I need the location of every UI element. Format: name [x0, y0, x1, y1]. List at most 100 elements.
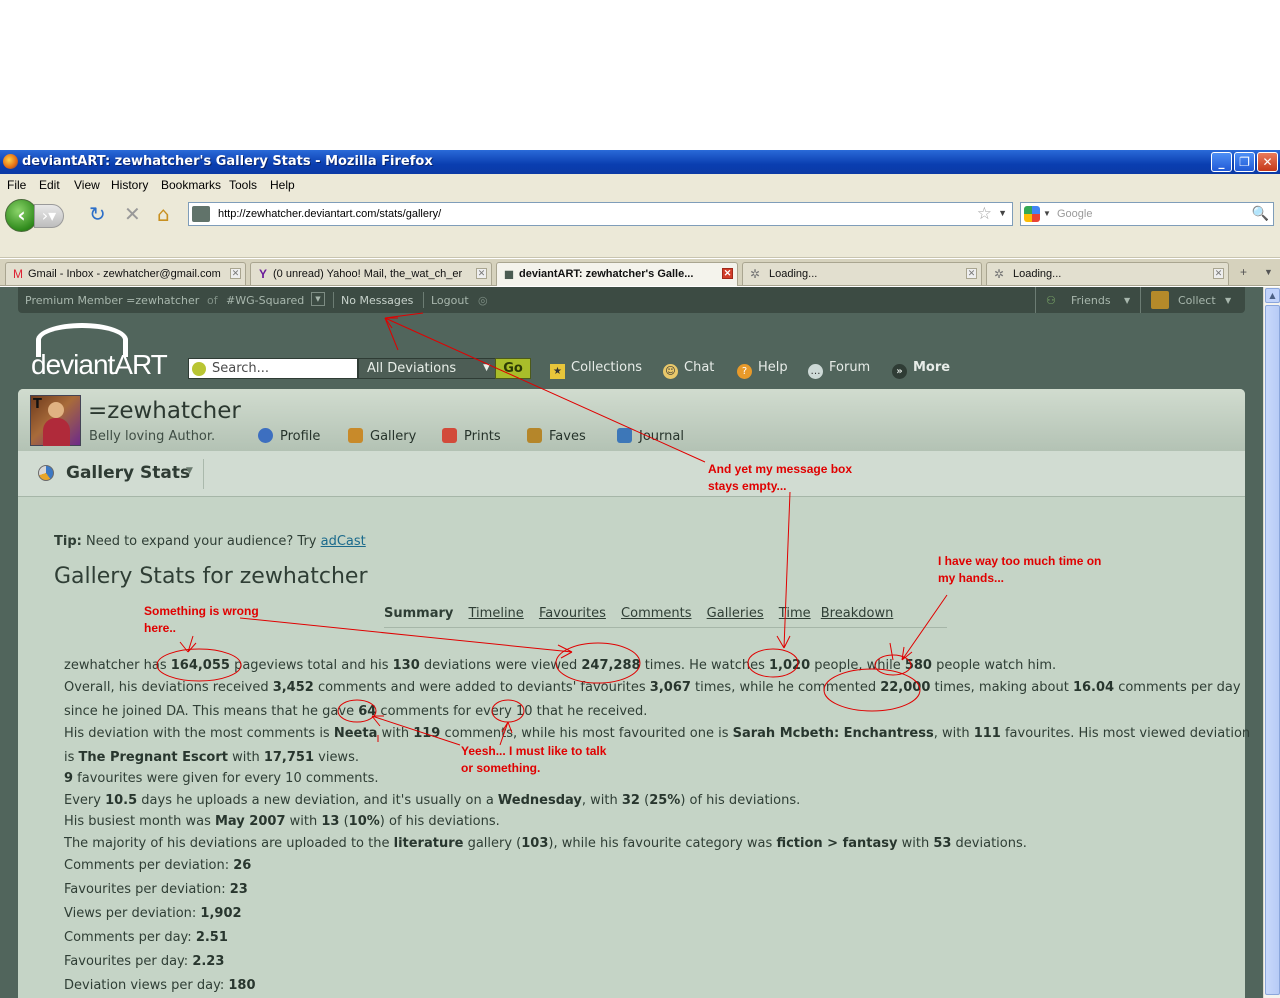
nav-label[interactable]: Collections [571, 360, 642, 375]
deviation-link[interactable]: The Pregnant Escort [79, 750, 228, 765]
loading-icon: ✲ [749, 267, 761, 281]
collect-dropdown-icon[interactable]: ▼ [1225, 296, 1231, 305]
friends-button[interactable]: Friends [1071, 294, 1111, 307]
tab-gallery[interactable]: Gallery [348, 428, 416, 444]
tab-label[interactable]: Gallery [370, 429, 416, 444]
tab-loading-1[interactable]: ✲ Loading... ✕ [742, 262, 982, 285]
google-icon[interactable] [1024, 206, 1040, 222]
url-bar[interactable]: http://zewhatcher.deviantart.com/stats/g… [188, 202, 1013, 226]
close-tab-icon[interactable]: ✕ [1213, 268, 1224, 279]
tab-yahoo[interactable]: Y (0 unread) Yahoo! Mail, the_wat_ch_er … [250, 262, 492, 285]
avatar[interactable]: T [30, 395, 81, 446]
search-icon[interactable]: 🔍 [1252, 205, 1269, 222]
menu-bookmarks[interactable]: Bookmarks [161, 178, 221, 192]
scroll-thumb[interactable] [1265, 305, 1280, 995]
collect-icon[interactable] [1151, 291, 1169, 309]
subnav-time[interactable]: Time [779, 606, 811, 621]
menu-file[interactable]: File [7, 178, 26, 192]
tab-profile[interactable]: Profile [258, 428, 320, 444]
subnav-favourites[interactable]: Favourites [539, 606, 606, 621]
scrollbar[interactable]: ▲ [1263, 287, 1280, 998]
scroll-up-icon[interactable]: ▲ [1265, 288, 1280, 303]
restore-button[interactable]: ❐ [1234, 152, 1255, 172]
tab-gmail[interactable]: M Gmail - Inbox - zewhatcher@gmail.com ✕ [5, 262, 246, 285]
tab-list-icon[interactable]: ▼ [1264, 267, 1273, 277]
tab-label[interactable]: Journal [639, 429, 684, 444]
friends-icon[interactable]: ⚇ [1046, 294, 1056, 307]
nav-collections[interactable]: ★ Collections [550, 360, 642, 379]
menu-edit[interactable]: Edit [39, 178, 60, 192]
logout-link[interactable]: Logout [431, 294, 469, 307]
section-dropdown-icon[interactable]: ▼ [186, 466, 193, 476]
subnav-timeline[interactable]: Timeline [469, 606, 524, 621]
search-bar[interactable]: ▼ Google 🔍 [1020, 202, 1274, 226]
deviation-link[interactable]: Sarah Mcbeth: Enchantress [733, 726, 934, 741]
close-tab-icon[interactable]: ✕ [966, 268, 977, 279]
tab-prints[interactable]: Prints [442, 428, 501, 444]
nav-label[interactable]: Forum [829, 360, 870, 375]
subnav-breakdown[interactable]: Breakdown [821, 606, 894, 621]
forward-button[interactable]: ›▾ [34, 204, 64, 228]
tab-label[interactable]: (0 unread) Yahoo! Mail, the_wat_ch_er [273, 268, 469, 280]
messages-link[interactable]: No Messages [341, 294, 413, 307]
nav-label[interactable]: Chat [684, 360, 714, 375]
home-icon[interactable]: ⌂ [157, 204, 170, 224]
tab-label[interactable]: Loading... [1013, 268, 1203, 280]
url-dropdown-icon[interactable]: ▼ [998, 208, 1007, 218]
member-status[interactable]: Premium Member =zewhatcher [25, 294, 199, 307]
menu-help[interactable]: Help [270, 178, 295, 192]
nav-forum[interactable]: … Forum [808, 360, 870, 379]
tab-journal[interactable]: Journal [617, 428, 684, 444]
nav-label[interactable]: More [913, 360, 950, 375]
scope-value[interactable]: All Deviations [367, 361, 456, 376]
bookmark-star-icon[interactable]: ☆ [977, 204, 992, 224]
menu-history[interactable]: History [111, 178, 148, 192]
subnav-galleries[interactable]: Galleries [707, 606, 764, 621]
group-dropdown-icon[interactable]: ▼ [311, 292, 325, 306]
deviation-link[interactable]: Neeta [334, 726, 378, 741]
subnav-comments[interactable]: Comments [621, 606, 691, 621]
engine-dropdown-icon[interactable]: ▼ [1043, 209, 1051, 218]
collect-button[interactable]: Collect [1178, 294, 1216, 307]
tab-deviantart[interactable]: ◼ deviantART: zewhatcher's Galle... ✕ [496, 262, 738, 286]
scope-select[interactable]: All Deviations ▼ [358, 358, 496, 379]
go-button[interactable]: Go [495, 358, 531, 379]
tab-faves[interactable]: Faves [527, 428, 586, 444]
minimize-button[interactable]: _ [1211, 152, 1232, 172]
tab-label[interactable]: Profile [280, 429, 320, 444]
logout-icon[interactable]: ◎ [478, 294, 488, 307]
section-title[interactable]: Gallery Stats [66, 463, 190, 483]
menu-tools[interactable]: Tools [229, 178, 257, 192]
friends-dropdown-icon[interactable]: ▼ [1124, 296, 1130, 305]
nav-label[interactable]: Help [758, 360, 788, 375]
tab-loading-2[interactable]: ✲ Loading... ✕ [986, 262, 1229, 285]
close-window-button[interactable]: ✕ [1257, 152, 1278, 172]
username[interactable]: =zewhatcher [88, 398, 241, 424]
stats-pie-icon [38, 465, 54, 481]
tab-label[interactable]: deviantART: zewhatcher's Galle... [519, 268, 715, 280]
search-placeholder[interactable]: Search... [212, 361, 269, 376]
close-tab-icon[interactable]: ✕ [230, 268, 241, 279]
close-tab-icon[interactable]: ✕ [476, 268, 487, 279]
nav-help[interactable]: ? Help [737, 360, 788, 379]
tab-label[interactable]: Gmail - Inbox - zewhatcher@gmail.com [28, 268, 224, 280]
adcast-link[interactable]: adCast [321, 534, 366, 549]
da-search-input[interactable]: Search... [188, 358, 358, 379]
menu-view[interactable]: View [74, 178, 100, 192]
nav-more[interactable]: » More [892, 360, 950, 379]
divider [1035, 287, 1036, 313]
stop-icon[interactable]: ✕ [124, 204, 141, 224]
tab-label[interactable]: Faves [549, 429, 586, 444]
deviantart-logo[interactable]: deviantART [31, 349, 168, 381]
subnav-summary[interactable]: Summary [384, 606, 453, 621]
tab-label[interactable]: Loading... [769, 268, 959, 280]
reload-icon[interactable]: ↻ [89, 204, 106, 224]
search-placeholder[interactable]: Google [1057, 208, 1092, 220]
url-text[interactable]: http://zewhatcher.deviantart.com/stats/g… [218, 208, 441, 220]
nav-chat[interactable]: ☺ Chat [663, 360, 714, 379]
chevron-down-icon[interactable]: ▼ [483, 363, 490, 373]
new-tab-icon[interactable]: + [1240, 265, 1247, 279]
tab-label[interactable]: Prints [464, 429, 501, 444]
close-tab-icon[interactable]: ✕ [722, 268, 733, 279]
group-link[interactable]: #WG-Squared [226, 294, 304, 307]
